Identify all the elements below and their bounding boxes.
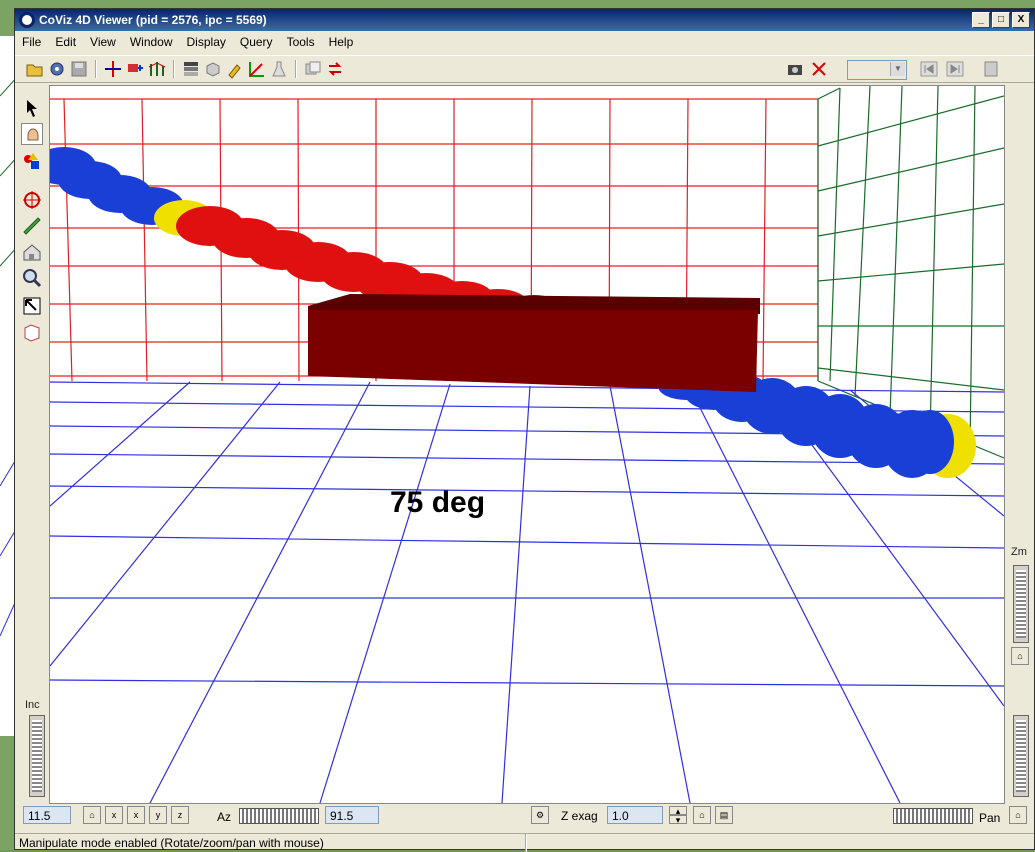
pan-horizontal-slider[interactable] xyxy=(893,808,973,824)
view-y-icon[interactable]: y xyxy=(149,806,167,824)
home-view-icon[interactable] xyxy=(21,241,43,263)
bottom-controls: 11.5 ⌂ x x y z Az 91.5 ⚙ Z exag 1.0 ▴ ▾ … xyxy=(15,804,1034,830)
bounding-box-icon[interactable] xyxy=(21,321,43,343)
settings-gear-icon[interactable] xyxy=(47,59,67,79)
reservoir-block xyxy=(308,294,760,392)
minimize-button[interactable]: _ xyxy=(972,12,990,28)
zexag-home-icon[interactable]: ⌂ xyxy=(693,806,711,824)
zexag-value-field[interactable]: 1.0 xyxy=(607,806,663,824)
hand-pan-icon[interactable] xyxy=(21,123,43,145)
left-toolbar xyxy=(15,93,49,363)
menu-file[interactable]: File xyxy=(15,33,48,53)
save-disk-icon[interactable] xyxy=(69,59,89,79)
inc-slider[interactable] xyxy=(29,715,45,797)
menu-query[interactable]: Query xyxy=(233,33,280,53)
window-title: CoViz 4D Viewer (pid = 2576, ipc = 5569) xyxy=(39,13,267,27)
coviz-window: CoViz 4D Viewer (pid = 2576, ipc = 5569)… xyxy=(14,8,1035,852)
menu-display[interactable]: Display xyxy=(180,33,233,53)
spin-down-icon[interactable]: ▾ xyxy=(669,815,687,825)
maximize-button[interactable]: □ xyxy=(992,12,1010,28)
add-marker-icon[interactable] xyxy=(125,59,145,79)
azimuth-slider[interactable] xyxy=(239,808,319,824)
sync-arrows-icon[interactable] xyxy=(325,59,345,79)
axis-angle-icon[interactable] xyxy=(247,59,267,79)
menu-tools[interactable]: Tools xyxy=(280,33,322,53)
status-message: Manipulate mode enabled (Rotate/zoom/pan… xyxy=(19,836,324,850)
delete-x-icon[interactable] xyxy=(809,59,829,79)
main-toolbar: ▼ xyxy=(15,55,1034,83)
shapes-icon[interactable] xyxy=(21,151,43,173)
copy-view-icon[interactable] xyxy=(303,59,323,79)
view-neg-x-icon[interactable]: x xyxy=(127,806,145,824)
az-slider-label: Az xyxy=(217,810,232,824)
pointer-arrow-icon[interactable] xyxy=(21,97,43,119)
zexag-tool-icon[interactable]: ⚙ xyxy=(531,806,549,824)
zoom-slider-label: Zm xyxy=(1011,546,1027,558)
flask-icon[interactable] xyxy=(269,59,289,79)
view-z-icon[interactable]: z xyxy=(171,806,189,824)
frame-select[interactable]: ▼ xyxy=(847,60,907,80)
zoom-slider[interactable] xyxy=(1013,565,1029,643)
cube-icon[interactable] xyxy=(203,59,223,79)
zoom-box-icon[interactable] xyxy=(21,295,43,317)
app-icon xyxy=(19,12,35,28)
view-x-icon[interactable]: x xyxy=(105,806,123,824)
menu-window[interactable]: Window xyxy=(123,33,180,53)
menu-bar: File Edit View Window Display Query Tool… xyxy=(15,33,1034,53)
open-folder-icon[interactable] xyxy=(25,59,45,79)
spin-up-icon[interactable]: ▴ xyxy=(669,806,687,816)
rotation-angle-label: 75 deg xyxy=(390,486,486,519)
home-view-button-icon[interactable]: ⌂ xyxy=(83,806,101,824)
pan-home-icon[interactable]: ⌂ xyxy=(1009,806,1027,824)
axes-cross-icon[interactable] xyxy=(103,59,123,79)
inc-value-field[interactable]: 11.5 xyxy=(23,806,71,824)
menu-view[interactable]: View xyxy=(83,33,123,53)
well-tool-icon[interactable] xyxy=(147,59,167,79)
target-crosshair-icon[interactable] xyxy=(21,189,43,211)
scene-graphics[interactable] xyxy=(50,86,1004,803)
zoom-home-icon[interactable]: ⌂ xyxy=(1011,647,1029,665)
menu-edit[interactable]: Edit xyxy=(48,33,83,53)
pan-vertical-slider[interactable] xyxy=(1013,715,1029,797)
inc-slider-label: Inc xyxy=(25,699,40,711)
paint-icon[interactable] xyxy=(225,59,245,79)
pan-slider-label: Pan xyxy=(979,811,1001,825)
print-icon[interactable] xyxy=(981,59,1001,79)
first-frame-icon[interactable] xyxy=(919,59,939,79)
layers-icon[interactable] xyxy=(181,59,201,79)
zexag-label: Z exag xyxy=(561,809,598,823)
title-bar[interactable]: CoViz 4D Viewer (pid = 2576, ipc = 5569)… xyxy=(15,9,1034,31)
close-button[interactable]: X xyxy=(1012,12,1030,28)
dropdown-arrow-icon[interactable]: ▼ xyxy=(890,62,905,76)
menu-help[interactable]: Help xyxy=(322,33,361,53)
zoom-magnifier-icon[interactable] xyxy=(21,267,43,289)
azimuth-value-field[interactable]: 91.5 xyxy=(325,806,379,824)
3d-viewport[interactable]: 75 deg xyxy=(49,85,1005,804)
last-frame-icon[interactable] xyxy=(945,59,965,79)
ruler-icon[interactable] xyxy=(21,215,43,237)
status-bar: Manipulate mode enabled (Rotate/zoom/pan… xyxy=(15,833,1034,852)
snapshot-camera-icon[interactable] xyxy=(785,59,805,79)
zexag-lock-icon[interactable]: ▤ xyxy=(715,806,733,824)
